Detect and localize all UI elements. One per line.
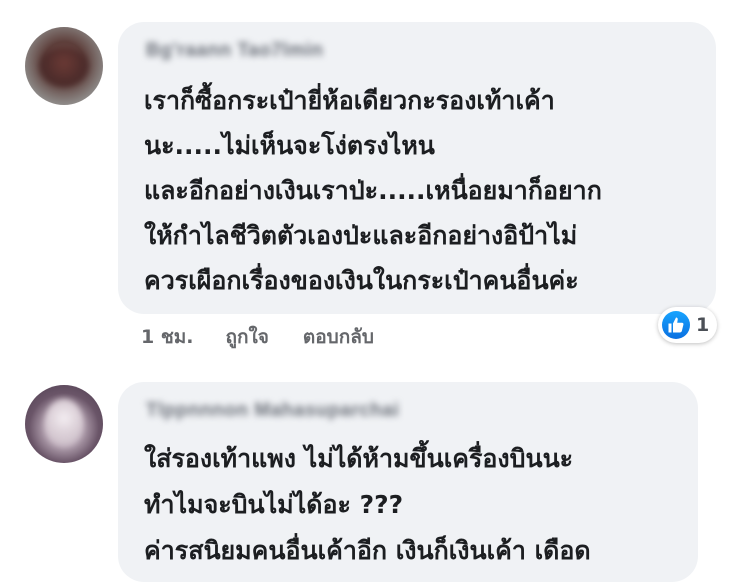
avatar[interactable] (25, 27, 103, 105)
comment-line: ค่ารสนิยมคนอื่นเค้าอีก เงินก็เงินเค้า เด… (144, 536, 591, 565)
author-name[interactable]: Bg'raann Tao7lmin (146, 40, 323, 62)
author-name[interactable]: Tlppnnnon Mahasuparchai (146, 400, 399, 422)
reaction-count: 1 (696, 314, 710, 336)
comment-1: Bg'raann Tao7lmin เราก็ซื้อกระเป๋ายี่ห้อ… (0, 0, 750, 360)
comment-bubble: Bg'raann Tao7lmin เราก็ซื้อกระเป๋ายี่ห้อ… (118, 22, 716, 314)
like-button[interactable]: ถูกใจ (225, 322, 268, 352)
comment-line: นะ.....ไม่เห็นจะโง่ตรงไหน (144, 131, 435, 160)
comment-text: ใส่รองเท้าแพง ไม่ได้ห้ามขึ้นเครื่องบินนะ… (144, 436, 591, 574)
reaction-badge[interactable]: 1 (658, 307, 718, 343)
comment-line: ใส่รองเท้าแพง ไม่ได้ห้ามขึ้นเครื่องบินนะ (144, 444, 574, 473)
reply-button[interactable]: ตอบกลับ (303, 322, 374, 352)
comment-line: เราก็ซื้อกระเป๋ายี่ห้อเดียวกะรองเท้าเค้า (144, 86, 555, 115)
comment-bubble: Tlppnnnon Mahasuparchai ใส่รองเท้าแพง ไม… (118, 382, 698, 582)
thumbs-up-icon (662, 311, 690, 339)
comment-2: Tlppnnnon Mahasuparchai ใส่รองเท้าแพง ไม… (0, 370, 750, 582)
comment-text: เราก็ซื้อกระเป๋ายี่ห้อเดียวกะรองเท้าเค้า… (144, 78, 602, 303)
comment-line: ให้กำไลชีวิตตัวเองป่ะและอีกอย่างอิป้าไม่ (144, 221, 578, 250)
avatar[interactable] (25, 385, 103, 463)
comment-timestamp[interactable]: 1 ชม. (141, 322, 193, 352)
comment-actions: 1 ชม. ถูกใจ ตอบกลับ (141, 322, 374, 352)
comment-line: ทำไมจะบินไม่ได้อะ ??? (144, 490, 404, 519)
comment-line: ควรเผือกเรื่องของเงินในกระเป๋าคนอื่นค่ะ (144, 266, 579, 295)
comment-line: และอีกอย่างเงินเราป่ะ.....เหนื่อยมาก็อยา… (144, 176, 602, 205)
